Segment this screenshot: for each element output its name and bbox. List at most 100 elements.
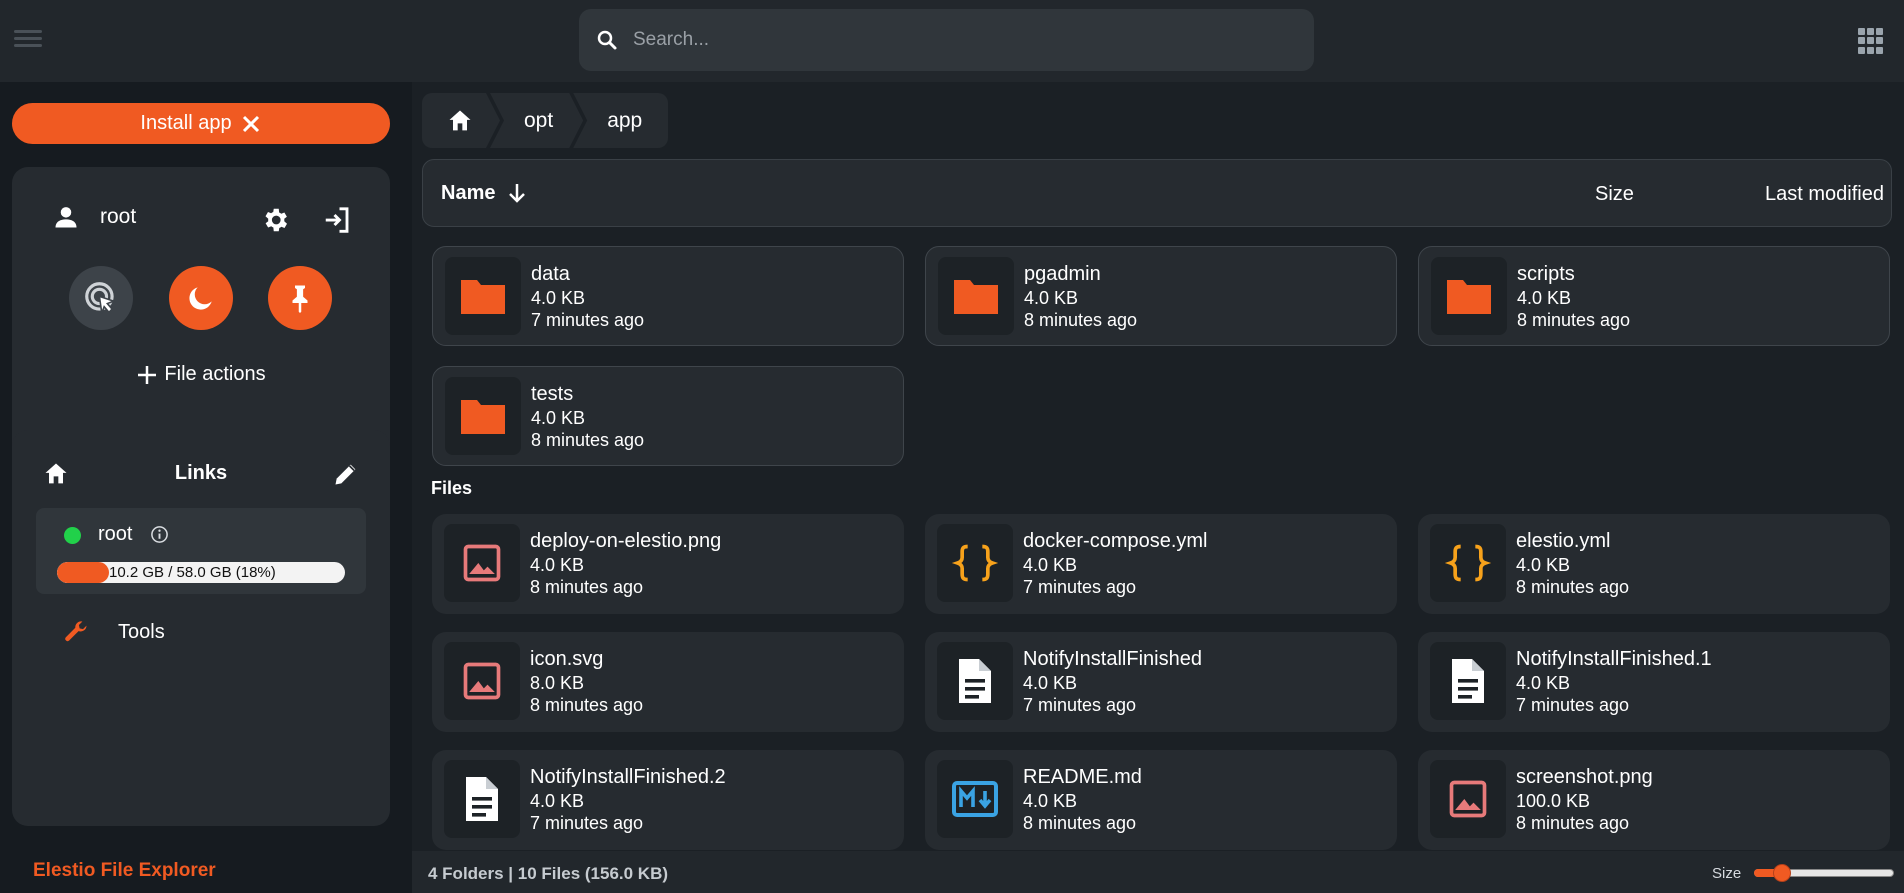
links-card: Links root 10.2 GB / 58.0 GB (18%) Tools	[12, 430, 390, 826]
hamburger-menu-icon[interactable]	[14, 26, 42, 54]
disk-usage-text: 10.2 GB / 58.0 GB (18%)	[109, 564, 276, 581]
file-name: README.md	[1023, 766, 1142, 788]
size-slider-thumb[interactable]	[1773, 864, 1791, 882]
breadcrumb-label: app	[607, 108, 643, 132]
folder-size: 4.0 KB	[531, 288, 586, 308]
file-size: 4.0 KB	[1516, 673, 1571, 693]
file-tile[interactable]: NotifyInstallFinished.2 4.0 KB 7 minutes…	[432, 750, 904, 850]
file-size: 4.0 KB	[1023, 791, 1078, 811]
file-tile[interactable]: README.md 4.0 KB 8 minutes ago	[925, 750, 1397, 850]
folder-name: data	[531, 263, 570, 285]
folder-tile[interactable]: scripts 4.0 KB 8 minutes ago	[1418, 246, 1890, 346]
sort-by-name[interactable]: Name	[441, 181, 529, 205]
folder-modified: 8 minutes ago	[1517, 310, 1631, 330]
top-bar	[0, 0, 1904, 82]
folder-modified: 8 minutes ago	[531, 430, 645, 450]
file-tile[interactable]: NotifyInstallFinished 4.0 KB 7 minutes a…	[925, 632, 1397, 732]
pin-icon	[292, 285, 308, 313]
file-name: NotifyInstallFinished	[1023, 648, 1202, 670]
status-bar: 4 Folders | 10 Files (156.0 KB) Size	[412, 851, 1904, 893]
folder-size: 4.0 KB	[1517, 288, 1572, 308]
file-name: NotifyInstallFinished.2	[530, 766, 726, 788]
install-app-button[interactable]: Install app	[12, 103, 390, 144]
file-modified: 7 minutes ago	[530, 813, 644, 833]
apps-grid-icon[interactable]	[1858, 28, 1884, 54]
folder-icon	[1431, 257, 1507, 335]
folder-name: tests	[531, 383, 574, 405]
file-tile[interactable]: screenshot.png 100.0 KB 8 minutes ago	[1418, 750, 1890, 850]
main-panel: opt app Name Size Last modified data 4.0…	[412, 82, 1904, 893]
brand-name: Elestio File Explorer	[33, 860, 216, 881]
file-name: deploy-on-elestio.png	[530, 530, 722, 552]
file-modified: 7 minutes ago	[1023, 695, 1137, 715]
links-header: Links	[12, 454, 390, 494]
sort-by-size[interactable]: Size	[1595, 183, 1634, 206]
pin-button[interactable]	[268, 266, 332, 330]
file-name: elestio.yml	[1516, 530, 1611, 552]
folder-tile[interactable]: pgadmin 4.0 KB 8 minutes ago	[925, 246, 1397, 346]
braces-icon	[937, 524, 1013, 602]
file-size: 4.0 KB	[530, 555, 585, 575]
wrench-icon	[65, 621, 87, 642]
breadcrumb-item-opt[interactable]: opt	[490, 93, 583, 148]
user-row: root	[52, 203, 136, 231]
link-item-root[interactable]: root 10.2 GB / 58.0 GB (18%)	[36, 508, 366, 594]
folder-size: 4.0 KB	[531, 408, 586, 428]
braces-icon	[1430, 524, 1506, 602]
link-name: root	[98, 523, 133, 545]
file-size: 4.0 KB	[1516, 555, 1571, 575]
tools-item[interactable]: Tools	[62, 618, 165, 646]
image-icon	[1430, 760, 1506, 838]
moon-icon	[189, 287, 212, 310]
file-size: 4.0 KB	[1023, 673, 1078, 693]
file-tile[interactable]: icon.svg 8.0 KB 8 minutes ago	[432, 632, 904, 732]
dark-mode-button[interactable]	[169, 266, 233, 330]
folder-icon	[445, 377, 521, 455]
person-icon	[55, 207, 77, 228]
info-icon[interactable]	[150, 525, 169, 544]
search-input[interactable]	[633, 29, 1314, 51]
home-icon	[446, 107, 474, 135]
file-size: 4.0 KB	[530, 791, 585, 811]
tools-label: Tools	[118, 620, 165, 643]
search-box[interactable]	[579, 9, 1314, 71]
file-name: docker-compose.yml	[1023, 530, 1208, 552]
folder-name: pgadmin	[1024, 263, 1101, 285]
file-modified: 8 minutes ago	[1516, 577, 1630, 597]
file-tile[interactable]: elestio.yml 4.0 KB 8 minutes ago	[1418, 514, 1890, 614]
image-icon	[444, 524, 520, 602]
files-section-label: Files	[431, 478, 473, 498]
install-app-label: Install app	[140, 112, 232, 134]
sort-by-last-modified[interactable]: Last modified	[1765, 183, 1884, 206]
size-slider[interactable]	[1754, 864, 1894, 882]
arrow-down-icon	[509, 184, 526, 203]
plus-icon	[138, 365, 157, 384]
logout-icon[interactable]	[322, 205, 352, 235]
file-tile[interactable]: deploy-on-elestio.png 4.0 KB 8 minutes a…	[432, 514, 904, 614]
folder-tile[interactable]: data 4.0 KB 7 minutes ago	[432, 246, 904, 346]
breadcrumb-item-app[interactable]: app	[573, 93, 669, 148]
cursor-click-icon	[85, 282, 117, 314]
sidebar: Install app root File actions Links root…	[0, 82, 412, 893]
breadcrumb-home[interactable]	[422, 93, 500, 148]
name-column-label: Name	[441, 181, 496, 204]
file-actions-button[interactable]: File actions	[12, 363, 390, 386]
breadcrumb-label: opt	[524, 108, 554, 132]
document-icon	[1430, 642, 1506, 720]
pencil-icon[interactable]	[332, 460, 360, 488]
select-mode-button[interactable]	[69, 266, 133, 330]
image-icon	[444, 642, 520, 720]
gear-icon[interactable]	[260, 205, 290, 235]
file-tile[interactable]: NotifyInstallFinished.1 4.0 KB 7 minutes…	[1418, 632, 1890, 732]
file-modified: 7 minutes ago	[1516, 695, 1630, 715]
size-slider-label: Size	[1712, 865, 1742, 882]
close-icon[interactable]	[240, 113, 262, 135]
file-tile[interactable]: docker-compose.yml 4.0 KB 7 minutes ago	[925, 514, 1397, 614]
folder-name: scripts	[1517, 263, 1575, 285]
folder-tile[interactable]: tests 4.0 KB 8 minutes ago	[432, 366, 904, 466]
file-modified: 8 minutes ago	[530, 577, 644, 597]
markdown-icon	[937, 760, 1013, 838]
folder-icon	[938, 257, 1014, 335]
column-header: Name Size Last modified	[422, 159, 1892, 227]
file-actions-label: File actions	[164, 363, 266, 385]
